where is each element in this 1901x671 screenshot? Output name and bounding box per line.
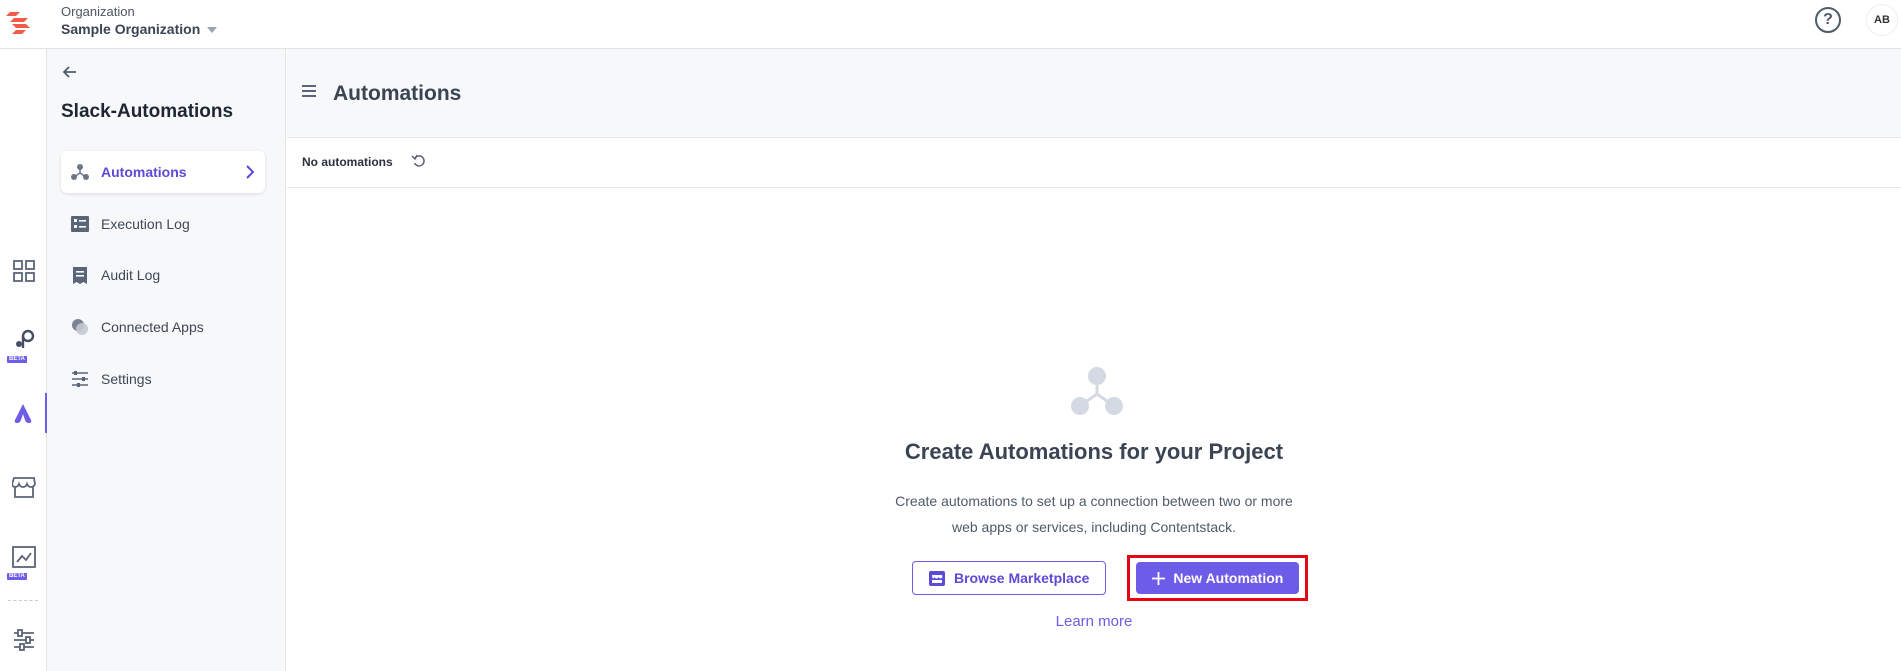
marketplace-store-icon [929, 570, 945, 586]
plus-icon [1152, 571, 1166, 585]
rail-launch[interactable]: BETA [0, 541, 47, 581]
sidebar-item-connected-apps[interactable]: Connected Apps [61, 306, 265, 348]
beta-badge: BETA [7, 356, 27, 363]
org-name: Sample Organization [61, 21, 201, 37]
rail-settings[interactable] [0, 620, 47, 660]
automation-count-label: No automations [302, 155, 393, 169]
sidebar-item-automations[interactable]: Automations [61, 151, 265, 193]
rail-dashboard[interactable] [0, 251, 47, 291]
project-sidebar: Slack-Automations Automations Execution … [47, 49, 286, 671]
sidebar-item-audit-log[interactable]: Audit Log [61, 254, 265, 296]
beta-personalize-icon [15, 329, 34, 348]
connected-apps-icon [71, 318, 89, 336]
main-content: Automations No automations Create Automa… [287, 49, 1901, 671]
caret-down-icon [207, 27, 218, 33]
empty-state-actions: Browse Marketplace New Automation [912, 555, 1309, 601]
sidebar-item-settings[interactable]: Settings [61, 358, 265, 400]
sliders-icon [71, 370, 89, 388]
automations-icon [71, 163, 89, 181]
empty-state-description: Create automations to set up a connectio… [287, 488, 1901, 540]
dashboard-grid-icon [12, 260, 35, 282]
sidebar-item-label: Execution Log [101, 216, 190, 232]
browse-marketplace-label: Browse Marketplace [954, 570, 1090, 586]
rail-divider [8, 600, 38, 601]
sidebar-item-label: Connected Apps [101, 319, 204, 335]
empty-state-desc-line2: web apps or services, including Contents… [951, 519, 1237, 535]
list-toolbar: No automations [287, 138, 1901, 188]
avatar[interactable]: AB [1866, 4, 1898, 36]
back-button[interactable] [59, 61, 81, 83]
empty-state-title: Create Automations for your Project [904, 439, 1284, 464]
sidebar-item-label: Audit Log [101, 267, 161, 283]
document-icon [71, 266, 89, 284]
browse-marketplace-button[interactable]: Browse Marketplace [912, 561, 1107, 595]
settings-sliders-icon [13, 629, 34, 651]
help-circle-icon[interactable]: ? [1815, 7, 1841, 33]
rail-marketplace[interactable] [0, 467, 47, 507]
refresh-icon[interactable] [411, 153, 427, 169]
marketplace-store-icon [11, 477, 36, 498]
sidebar-item-label: Settings [101, 371, 152, 387]
list-icon [71, 215, 89, 233]
beta-launch-icon [11, 546, 36, 568]
icon-rail: BETA BETA [0, 49, 47, 671]
sidebar-item-label: Automations [101, 164, 187, 180]
automations-icon [14, 404, 31, 423]
sidebar-item-execution-log[interactable]: Execution Log [61, 203, 265, 245]
rail-automations[interactable] [0, 393, 47, 433]
hamburger-menu-icon[interactable] [302, 85, 318, 99]
new-automation-button[interactable]: New Automation [1136, 562, 1300, 594]
arrow-left-icon [63, 66, 76, 78]
beta-badge: BETA [7, 573, 27, 580]
automations-empty-icon [1071, 367, 1123, 415]
learn-more-link[interactable]: Learn more [287, 613, 1901, 630]
new-automation-label: New Automation [1173, 570, 1284, 586]
rail-personalize[interactable]: BETA [0, 324, 47, 364]
page-title: Automations [333, 82, 462, 105]
org-selector[interactable]: Sample Organization [61, 21, 218, 37]
top-bar: Organization Sample Organization ? AB [0, 0, 1901, 49]
page-header: Automations [287, 49, 1901, 138]
highlight-box: New Automation [1127, 555, 1309, 601]
chevron-right-icon [246, 165, 255, 179]
org-label: Organization [61, 4, 135, 19]
project-title: Slack-Automations [61, 101, 234, 122]
empty-state-desc-line1: Create automations to set up a connectio… [895, 493, 1293, 509]
contentstack-logo-icon[interactable] [4, 8, 34, 36]
